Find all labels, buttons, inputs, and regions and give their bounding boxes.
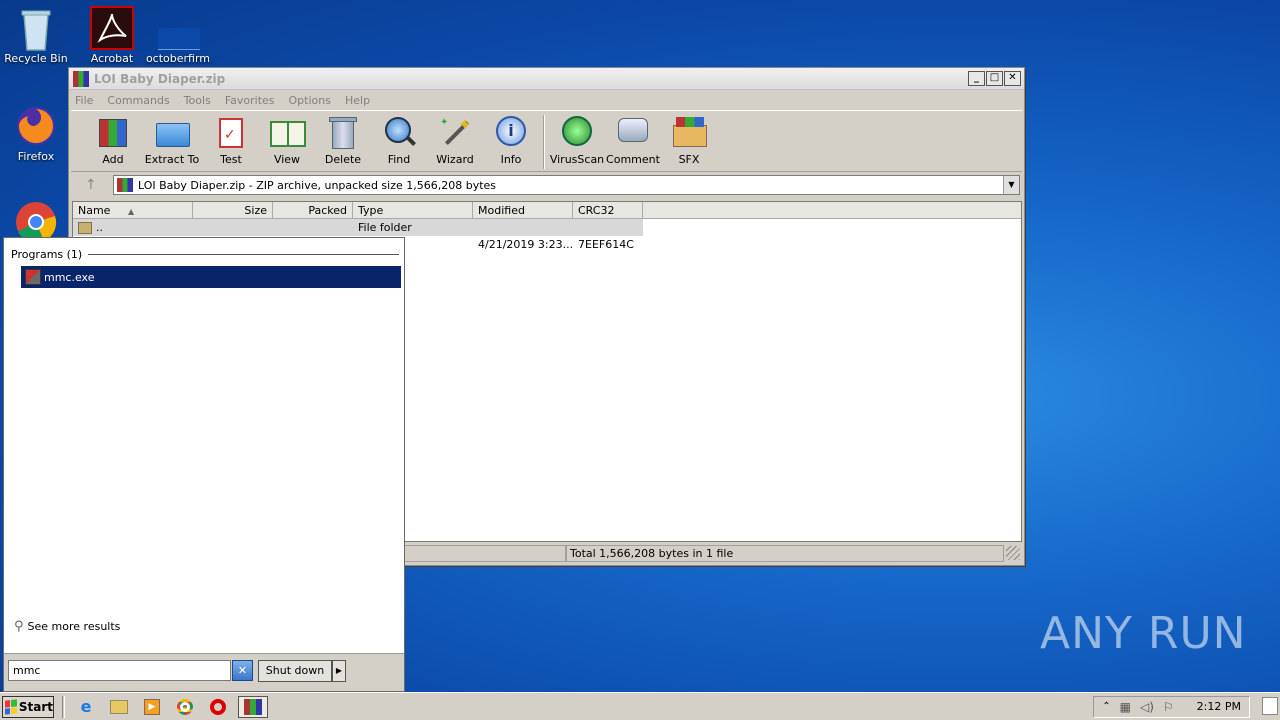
address-bar: ↑ LOI Baby Diaper.zip - ZIP archive, unp… <box>69 172 1024 198</box>
toolbar-separator <box>543 115 545 169</box>
info-button[interactable]: i Info <box>483 115 539 166</box>
column-size[interactable]: Size <box>193 202 273 218</box>
column-crc32[interactable]: CRC32 <box>573 202 643 218</box>
system-tray: ⌃ ▦ ◁) ⚐ 2:12 PM <box>1093 695 1250 718</box>
column-name[interactable]: Name ▲ <box>73 202 193 218</box>
delete-button[interactable]: Delete <box>315 115 371 166</box>
desktop-icon-acrobat[interactable]: Acrobat <box>77 6 147 65</box>
archive-icon <box>117 178 133 192</box>
media-player-icon[interactable]: ▶ <box>139 696 165 718</box>
sfx-button[interactable]: SFX <box>661 115 717 166</box>
anyrun-watermark: ANY RUN <box>1040 608 1247 659</box>
wizard-button[interactable]: ✦ ✦ Wizard <box>427 115 483 166</box>
search-result-mmc[interactable]: mmc.exe <box>21 266 401 288</box>
internet-explorer-icon[interactable]: e <box>73 696 99 718</box>
firefox-icon <box>14 104 58 148</box>
clock[interactable]: 2:12 PM <box>1197 700 1241 713</box>
sfx-box-icon <box>672 115 707 149</box>
magic-wand-icon: ✦ ✦ <box>438 115 472 149</box>
add-archive-icon <box>96 115 130 149</box>
magnifier-icon <box>382 115 416 149</box>
desktop-icon-firefox[interactable]: Firefox <box>1 104 71 163</box>
menu-bar: File Commands Tools Favorites Options He… <box>69 90 1024 110</box>
column-modified[interactable]: Modified <box>473 202 573 218</box>
mmc-icon <box>25 269 41 285</box>
taskbar: Start e ▶ ⌃ ▦ ◁) ⚐ 2:12 PM <box>0 692 1280 720</box>
search-icon: ⚲ <box>14 619 24 634</box>
window-title: LOI Baby Diaper.zip <box>94 71 226 86</box>
menu-favorites[interactable]: Favorites <box>225 94 275 107</box>
desktop-icon-label: Firefox <box>17 150 55 163</box>
desktop-icon-recycle-bin[interactable]: Recycle Bin <box>1 6 71 65</box>
menu-tools[interactable]: Tools <box>184 94 211 107</box>
menu-commands[interactable]: Commands <box>107 94 169 107</box>
desktop-icon-label: octoberfirm <box>145 52 211 65</box>
virusscan-button[interactable]: VirusScan <box>549 115 605 166</box>
windows-logo-icon <box>5 698 17 715</box>
menu-options[interactable]: Options <box>289 94 331 107</box>
find-button[interactable]: Find <box>371 115 427 166</box>
info-icon: i <box>494 115 528 149</box>
trash-icon <box>326 115 360 149</box>
recycle-bin-icon <box>14 6 58 51</box>
clipboard-check-icon: ✓ <box>214 115 248 149</box>
menu-file[interactable]: File <box>75 94 93 107</box>
opera-icon[interactable] <box>205 696 231 718</box>
table-row[interactable]: .. File folder <box>73 219 643 236</box>
add-button[interactable]: Add <box>85 115 141 166</box>
title-bar[interactable]: LOI Baby Diaper.zip _ □ ✕ <box>69 68 1024 90</box>
bug-icon <box>560 115 594 149</box>
comment-icon <box>616 115 650 149</box>
programs-group-header: Programs (1) <box>11 248 399 261</box>
close-button[interactable]: ✕ <box>1004 71 1021 86</box>
address-text: LOI Baby Diaper.zip - ZIP archive, unpac… <box>138 178 497 192</box>
folder-icon <box>155 115 190 149</box>
extract-to-button[interactable]: Extract To <box>141 115 203 166</box>
address-field[interactable]: LOI Baby Diaper.zip - ZIP archive, unpac… <box>113 175 1020 195</box>
desktop-icon-octoberfirm[interactable]: octoberfirm <box>143 6 213 65</box>
winrar-icon <box>73 70 89 87</box>
start-menu: Programs (1) mmc.exe ⚲ See more results … <box>3 237 405 692</box>
resize-grip-icon[interactable] <box>1006 546 1020 560</box>
taskbar-separator <box>62 695 65 718</box>
winrar-taskbar-button[interactable] <box>238 695 268 718</box>
divider <box>88 254 399 255</box>
chrome-taskbar-icon[interactable] <box>172 696 198 718</box>
document-icon <box>156 6 200 50</box>
book-icon <box>270 115 306 149</box>
column-type[interactable]: Type <box>353 202 473 218</box>
sort-ascending-icon: ▲ <box>127 207 135 216</box>
acrobat-icon <box>90 6 134 50</box>
action-center-flag-icon[interactable]: ⚐ <box>1163 700 1174 714</box>
folder-up-icon <box>78 221 92 234</box>
address-dropdown-button[interactable]: ▼ <box>1003 176 1019 194</box>
desktop-icon-label: Recycle Bin <box>4 52 68 65</box>
search-input[interactable]: mmc <box>8 660 231 681</box>
comment-button[interactable]: Comment <box>605 115 661 166</box>
volume-icon[interactable]: ◁) <box>1140 700 1154 714</box>
start-button[interactable]: Start <box>2 695 54 718</box>
show-desktop-button[interactable] <box>1262 697 1278 715</box>
view-button[interactable]: View <box>259 115 315 166</box>
up-arrow-icon[interactable]: ↑ <box>73 177 113 193</box>
show-hidden-icons-icon[interactable]: ⌃ <box>1102 701 1110 712</box>
network-icon[interactable]: ▦ <box>1120 700 1131 714</box>
desktop-icon-label: Acrobat <box>90 52 134 65</box>
clear-search-button[interactable]: ✕ <box>232 660 253 681</box>
minimize-button[interactable]: _ <box>968 71 985 86</box>
start-menu-bottom: mmc ✕ Shut down ▶ <box>4 653 404 691</box>
see-more-results-link[interactable]: ⚲ See more results <box>14 619 120 634</box>
column-packed[interactable]: Packed <box>273 202 353 218</box>
column-header: Name ▲ Size Packed Type Modified CRC32 <box>73 202 1021 219</box>
status-total: Total 1,566,208 bytes in 1 file <box>566 544 1004 562</box>
shutdown-options-button[interactable]: ▶ <box>332 660 346 682</box>
test-button[interactable]: ✓ Test <box>203 115 259 166</box>
file-explorer-icon[interactable] <box>106 696 132 718</box>
toolbar: Add Extract To ✓ Test View Delete Find ✦… <box>71 110 1022 172</box>
maximize-button[interactable]: □ <box>986 71 1003 86</box>
shutdown-button[interactable]: Shut down <box>258 660 332 682</box>
menu-help[interactable]: Help <box>345 94 370 107</box>
